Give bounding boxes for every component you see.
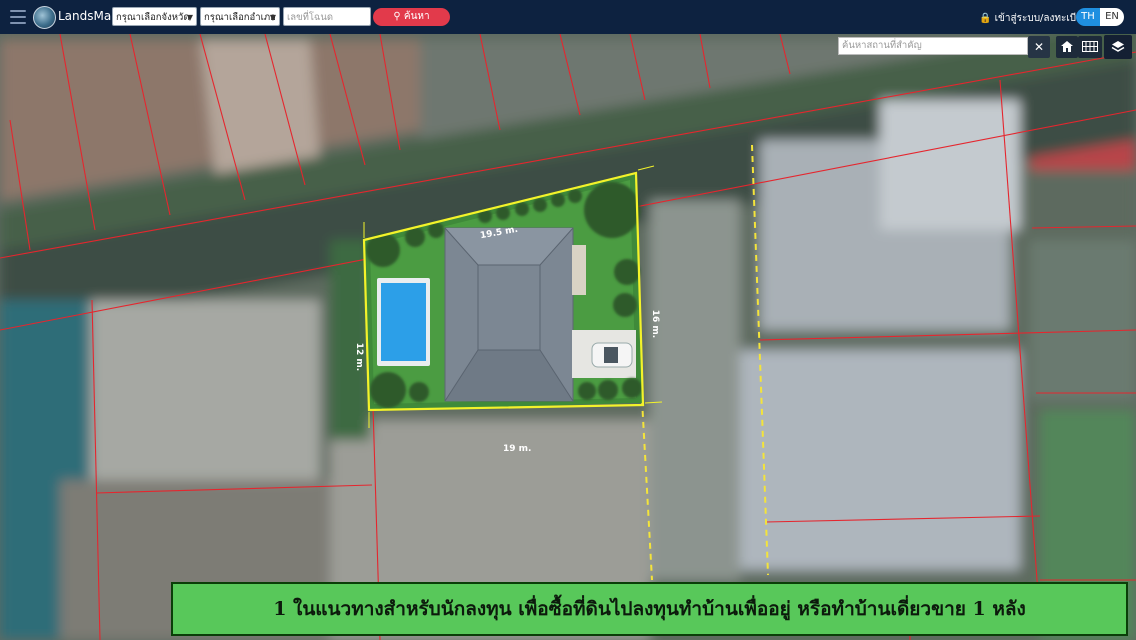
chevron-down-icon: ▼ (186, 13, 193, 22)
landsmaps-logo[interactable] (33, 6, 56, 29)
amphoe-select[interactable]: กรุณาเลือกอำเภอ ▼ (200, 7, 280, 26)
satellite-map (0, 34, 1136, 640)
top-navbar: LandsMaps กรุณาเลือกจังหวัด ▼ กรุณาเลือก… (0, 0, 1136, 34)
login-label: เข้าสู่ระบบ/ลงทะเบียน (994, 13, 1089, 24)
plot-dimension-right: 16 m. (650, 309, 661, 339)
grid-icon[interactable] (1078, 36, 1102, 58)
lock-icon: 🔒 (979, 13, 992, 24)
lang-en-button[interactable]: EN (1100, 8, 1124, 26)
plot-dimension-left: 12 m. (354, 342, 365, 372)
place-search-input[interactable]: ค้นหาสถานที่สำคัญ (838, 37, 1028, 55)
search-button-label: ค้นหา (403, 11, 430, 22)
search-button[interactable]: ⚲ ค้นหา (373, 8, 450, 26)
close-icon[interactable]: ✕ (1028, 36, 1050, 58)
chevron-down-icon: ▼ (269, 13, 276, 22)
province-select-value: กรุณาเลือกจังหวัด (116, 12, 190, 23)
home-icon[interactable] (1056, 36, 1078, 58)
search-icon: ⚲ (393, 11, 401, 22)
layers-icon[interactable] (1104, 35, 1132, 59)
caption-banner: 1 ในแนวทางสำหรับนักลงทุน เพื่อซื้อที่ดิน… (171, 582, 1128, 636)
menu-icon[interactable] (10, 10, 26, 24)
deed-number-input[interactable]: เลขที่โฉนด (283, 7, 371, 26)
login-register-link[interactable]: 🔒 เข้าสู่ระบบ/ลงทะเบียน (979, 11, 1089, 26)
province-select[interactable]: กรุณาเลือกจังหวัด ▼ (112, 7, 197, 26)
amphoe-select-value: กรุณาเลือกอำเภอ (204, 12, 276, 23)
lang-th-button[interactable]: TH (1076, 8, 1100, 26)
map-view[interactable]: 19.5 m. 19 m. 12 m. 16 m. (0, 34, 1136, 640)
plot-dimension-bottom: 19 m. (503, 444, 532, 454)
